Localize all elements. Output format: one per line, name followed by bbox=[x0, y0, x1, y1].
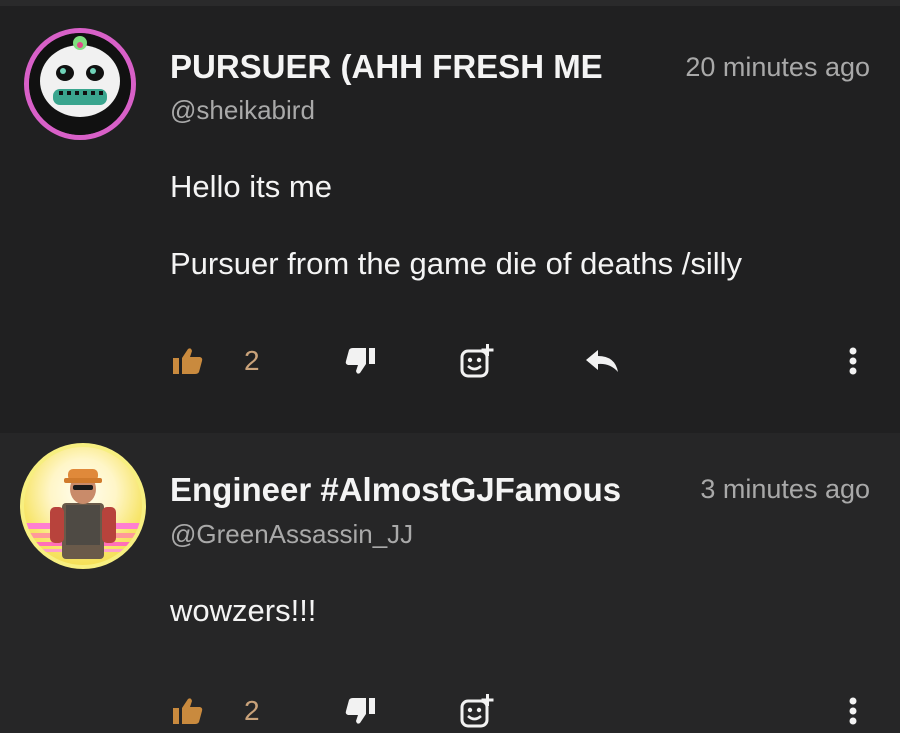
engineer-avatar-image bbox=[24, 469, 142, 559]
more-options-button[interactable] bbox=[838, 341, 868, 381]
pursuer-avatar-image bbox=[29, 33, 131, 135]
author-name[interactable]: PURSUER (AHH FRESH ME bbox=[170, 48, 638, 86]
more-options-icon bbox=[849, 697, 857, 725]
add-reaction-icon bbox=[460, 694, 494, 728]
comment-item: Engineer #AlmostGJFamous @GreenAssassin_… bbox=[0, 433, 900, 733]
more-options-button[interactable] bbox=[838, 691, 868, 731]
like-count: 2 bbox=[244, 345, 260, 376]
comment-timestamp[interactable]: 20 minutes ago bbox=[685, 52, 870, 83]
comment-actions: 2 bbox=[0, 691, 900, 731]
comment-item: PURSUER (AHH FRESH ME @sheikabird 20 min… bbox=[0, 6, 900, 433]
comment-body-line: Pursuer from the game die of deaths /sil… bbox=[170, 246, 743, 281]
add-reaction-button[interactable] bbox=[458, 341, 498, 381]
author-name[interactable]: Engineer #AlmostGJFamous bbox=[170, 471, 650, 509]
author-handle[interactable]: @GreenAssassin_JJ bbox=[170, 519, 413, 550]
reply-icon bbox=[586, 350, 618, 372]
avatar[interactable] bbox=[20, 443, 146, 569]
dislike-icon bbox=[345, 698, 375, 724]
reply-button[interactable] bbox=[582, 341, 622, 381]
comment-actions: 2 bbox=[0, 341, 900, 381]
add-reaction-button[interactable] bbox=[458, 691, 498, 731]
dislike-button[interactable] bbox=[342, 341, 378, 381]
like-icon bbox=[173, 348, 203, 374]
like-icon bbox=[173, 698, 203, 724]
comment-timestamp[interactable]: 3 minutes ago bbox=[700, 474, 870, 505]
dislike-icon bbox=[345, 348, 375, 374]
more-options-icon bbox=[849, 347, 857, 375]
like-count: 2 bbox=[244, 695, 260, 726]
like-button[interactable] bbox=[170, 341, 206, 381]
author-handle[interactable]: @sheikabird bbox=[170, 95, 315, 126]
add-reaction-icon bbox=[460, 344, 494, 378]
comment-body-line: wowzers!!! bbox=[170, 593, 317, 628]
like-button[interactable] bbox=[170, 691, 206, 731]
comment-body-line: Hello its me bbox=[170, 169, 332, 204]
avatar[interactable] bbox=[24, 28, 136, 140]
dislike-button[interactable] bbox=[342, 691, 378, 731]
